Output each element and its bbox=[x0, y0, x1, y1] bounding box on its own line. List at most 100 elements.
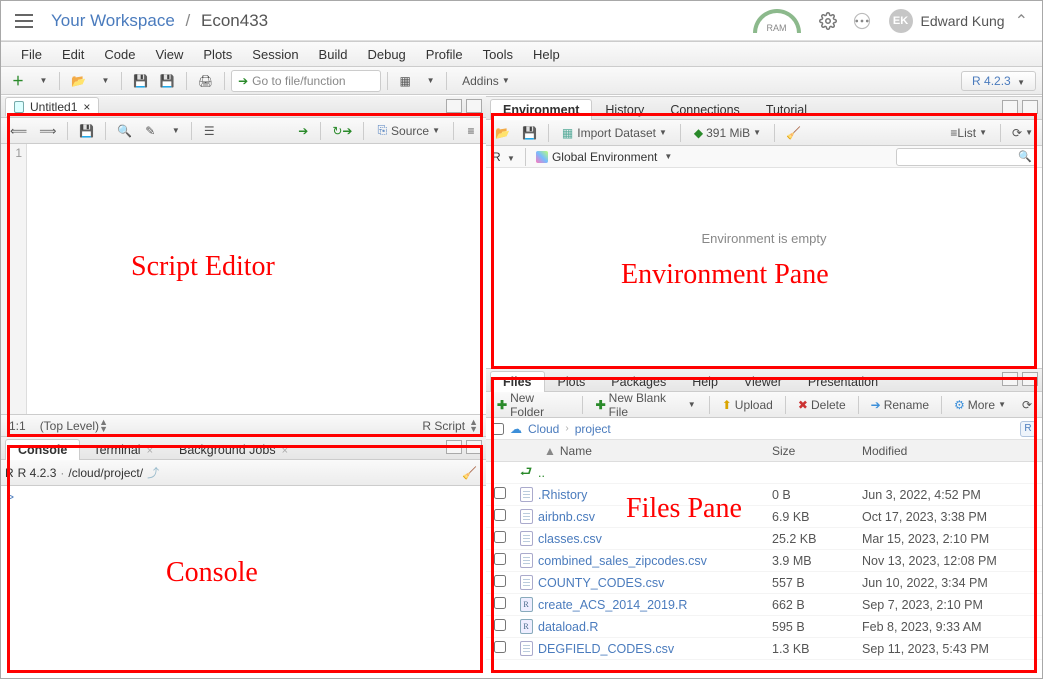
file-row[interactable]: classes.csv25.2 KBMar 15, 2023, 2:10 PM bbox=[486, 528, 1042, 550]
file-name[interactable]: create_ACS_2014_2019.R bbox=[538, 598, 772, 612]
find-icon[interactable]: 🔍 bbox=[112, 120, 137, 142]
tab-plots[interactable]: Plots bbox=[545, 371, 599, 392]
console-body[interactable]: > bbox=[1, 486, 486, 678]
save-all-icon[interactable]: 💾 bbox=[155, 70, 180, 92]
file-row[interactable]: airbnb.csv6.9 KBOct 17, 2023, 3:38 PM bbox=[486, 506, 1042, 528]
menu-code[interactable]: Code bbox=[94, 47, 145, 62]
bread-project[interactable]: project bbox=[575, 422, 611, 436]
source-tab-untitled[interactable]: Untitled1 × bbox=[5, 97, 99, 116]
menu-debug[interactable]: Debug bbox=[357, 47, 415, 62]
open-file-icon[interactable]: 📂 bbox=[66, 70, 91, 92]
minimize-icon[interactable] bbox=[1002, 100, 1018, 114]
scope-updown-icon[interactable]: ▲▼ bbox=[99, 419, 108, 433]
menu-file[interactable]: File bbox=[11, 47, 52, 62]
minimize-icon[interactable] bbox=[1002, 372, 1018, 386]
project-version-button[interactable]: R 4.2.3 ▼ bbox=[961, 71, 1036, 91]
tab-history[interactable]: History bbox=[592, 99, 657, 120]
open-recent-dropdown[interactable]: ▼ bbox=[93, 70, 115, 92]
save-icon[interactable]: 💾 bbox=[74, 120, 99, 142]
file-checkbox[interactable] bbox=[494, 487, 506, 499]
outline-icon[interactable]: ☰ bbox=[198, 120, 220, 142]
popout-icon[interactable]: ⤴ bbox=[147, 464, 159, 481]
source-button[interactable]: ⎘Source▼ bbox=[370, 120, 447, 142]
file-row[interactable]: DEGFIELD_CODES.csv1.3 KBSep 11, 2023, 5:… bbox=[486, 638, 1042, 660]
r-project-icon[interactable]: R bbox=[1020, 421, 1036, 437]
chevron-up-icon[interactable]: ⌃ bbox=[1015, 11, 1028, 31]
file-name[interactable]: combined_sales_zipcodes.csv bbox=[538, 554, 772, 568]
more-icon[interactable] bbox=[851, 10, 873, 32]
editor-body[interactable]: 1 bbox=[1, 144, 486, 414]
save-env-icon[interactable]: 💾 bbox=[517, 122, 542, 144]
tab-environment[interactable]: Environment bbox=[490, 99, 592, 120]
file-name[interactable]: COUNTY_CODES.csv bbox=[538, 576, 772, 590]
file-row[interactable]: Rdataload.R595 BFeb 8, 2023, 9:33 AM bbox=[486, 616, 1042, 638]
file-name[interactable]: classes.csv bbox=[538, 532, 772, 546]
tab-help[interactable]: Help bbox=[679, 371, 731, 392]
new-file-icon[interactable]: ＋ bbox=[7, 70, 29, 92]
broom-icon[interactable]: 🧹 bbox=[781, 122, 806, 144]
env-scope-button[interactable]: Global Environment ▼ bbox=[536, 150, 672, 164]
files-list[interactable]: ⮐ .. .Rhistory0 BJun 3, 2022, 4:52 PMair… bbox=[486, 462, 1042, 678]
lang-label[interactable]: R Script bbox=[422, 419, 465, 433]
more-button[interactable]: ⚙More▼ bbox=[948, 394, 1012, 416]
menu-help[interactable]: Help bbox=[523, 47, 570, 62]
workspace-link[interactable]: Your Workspace bbox=[51, 11, 175, 30]
run-icon[interactable]: ➔ bbox=[292, 120, 314, 142]
file-name[interactable]: airbnb.csv bbox=[538, 510, 772, 524]
file-checkbox[interactable] bbox=[494, 531, 506, 543]
goto-file-input[interactable]: ➔ Go to file/function bbox=[231, 70, 381, 92]
refresh-icon[interactable]: ⟳▼ bbox=[1007, 122, 1038, 144]
lang-updown-icon[interactable]: ▲▼ bbox=[469, 419, 478, 433]
scope-label[interactable]: (Top Level) bbox=[40, 419, 99, 433]
refresh-files-icon[interactable]: ⟳ bbox=[1016, 394, 1038, 416]
delete-button[interactable]: ✖Delete bbox=[792, 394, 852, 416]
tab-console[interactable]: Console bbox=[5, 439, 80, 460]
menu-profile[interactable]: Profile bbox=[416, 47, 473, 62]
new-folder-button[interactable]: ✚New Folder bbox=[490, 394, 576, 416]
file-checkbox[interactable] bbox=[494, 619, 506, 631]
col-modified[interactable]: Modified bbox=[862, 444, 1042, 458]
clear-console-icon[interactable]: 🧹 bbox=[457, 462, 482, 484]
env-lang[interactable]: R ▼ bbox=[492, 150, 515, 164]
tab-tutorial[interactable]: Tutorial bbox=[753, 99, 820, 120]
bread-cloud[interactable]: Cloud bbox=[528, 422, 559, 436]
close-icon[interactable]: × bbox=[147, 445, 153, 457]
file-checkbox[interactable] bbox=[494, 575, 506, 587]
minimize-icon[interactable] bbox=[446, 440, 462, 454]
grid-dropdown[interactable]: ▼ bbox=[418, 70, 440, 92]
tab-packages[interactable]: Packages bbox=[598, 371, 679, 392]
rerun-icon[interactable]: ↻➔ bbox=[327, 120, 357, 142]
file-checkbox[interactable] bbox=[494, 597, 506, 609]
maximize-icon[interactable] bbox=[1022, 372, 1038, 386]
menu-view[interactable]: View bbox=[145, 47, 193, 62]
print-icon[interactable]: 🖨 bbox=[193, 70, 218, 92]
console-path[interactable]: /cloud/project/ bbox=[68, 466, 143, 480]
menu-session[interactable]: Session bbox=[242, 47, 308, 62]
file-row[interactable]: .Rhistory0 BJun 3, 2022, 4:52 PM bbox=[486, 484, 1042, 506]
file-name[interactable]: DEGFIELD_CODES.csv bbox=[538, 642, 772, 656]
addins-button[interactable]: Addins▼ bbox=[453, 70, 519, 92]
tab-files[interactable]: Files bbox=[490, 371, 545, 392]
gear-icon[interactable] bbox=[817, 10, 839, 32]
col-name[interactable]: Name bbox=[560, 444, 592, 458]
wand-icon[interactable]: ✎ bbox=[139, 120, 161, 142]
file-name[interactable]: dataload.R bbox=[538, 620, 772, 634]
file-name[interactable]: .Rhistory bbox=[538, 488, 772, 502]
upload-button[interactable]: ⬆Upload bbox=[716, 394, 779, 416]
menu-plots[interactable]: Plots bbox=[193, 47, 242, 62]
env-search-input[interactable] bbox=[896, 148, 1036, 166]
wand-dropdown[interactable]: ▼ bbox=[163, 120, 185, 142]
new-blank-button[interactable]: ✚New Blank File▼ bbox=[589, 394, 703, 416]
file-row[interactable]: combined_sales_zipcodes.csv3.9 MBNov 13,… bbox=[486, 550, 1042, 572]
close-icon[interactable]: × bbox=[282, 445, 288, 457]
tab-bgjobs[interactable]: Background Jobs× bbox=[166, 439, 301, 460]
col-size[interactable]: Size bbox=[772, 444, 862, 458]
maximize-icon[interactable] bbox=[466, 440, 482, 454]
menu-build[interactable]: Build bbox=[309, 47, 358, 62]
list-view-button[interactable]: ≡ List▼ bbox=[943, 122, 994, 144]
new-file-dropdown[interactable]: ▼ bbox=[31, 70, 53, 92]
file-row[interactable]: Rcreate_ACS_2014_2019.R662 BSep 7, 2023,… bbox=[486, 594, 1042, 616]
close-tab-icon[interactable]: × bbox=[83, 100, 90, 114]
maximize-icon[interactable] bbox=[1022, 100, 1038, 114]
ram-gauge[interactable]: RAM bbox=[753, 9, 801, 33]
